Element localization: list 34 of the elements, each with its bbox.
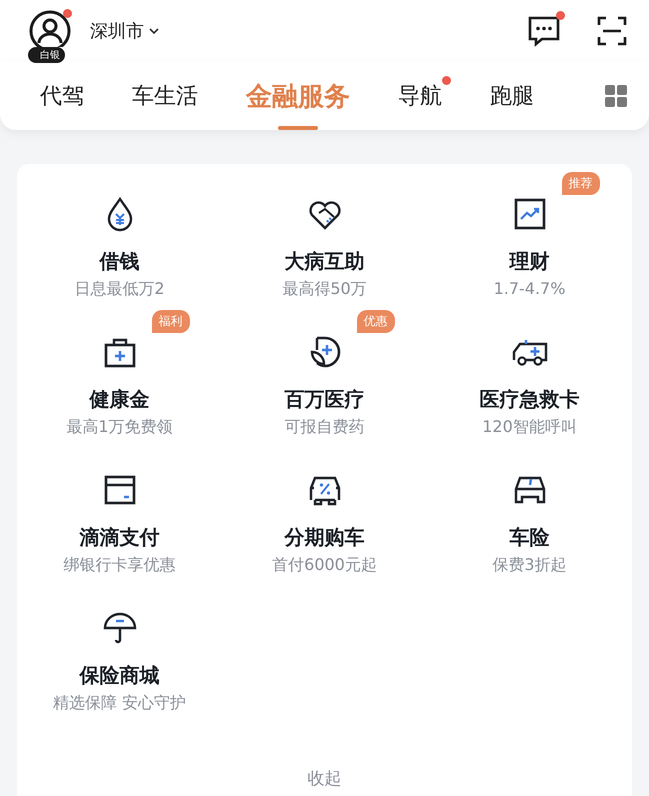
- service-name[interactable]: 百万医疗: [284, 386, 364, 413]
- service-subtitle: 120智能呼叫: [482, 417, 577, 438]
- service-name[interactable]: 医疗急救卡: [480, 386, 580, 413]
- service-subtitle: 保费3折起: [492, 555, 567, 576]
- avatar-icon[interactable]: [28, 9, 72, 47]
- scan-icon[interactable]: [597, 16, 627, 46]
- tab[interactable]: 导航: [398, 62, 442, 130]
- service-name[interactable]: 理财: [510, 248, 550, 275]
- promo-tag: 推荐: [562, 172, 600, 195]
- service-subtitle: 日息最低万2: [74, 279, 165, 300]
- service-name[interactable]: 大病互助: [284, 248, 364, 275]
- service-name[interactable]: 车险: [510, 524, 550, 551]
- tab[interactable]: 车生活: [132, 62, 198, 130]
- service-subtitle: 最高得50万: [282, 279, 367, 300]
- service-subtitle: 首付6000元起: [272, 555, 377, 576]
- service-subtitle: 最高1万免费领: [66, 417, 173, 438]
- service-name[interactable]: 保险商城: [80, 662, 160, 689]
- service-name[interactable]: 滴滴支付: [80, 524, 160, 551]
- service-name[interactable]: 借钱: [100, 248, 140, 275]
- chevron-down-icon: [148, 27, 160, 35]
- tab[interactable]: 跑腿: [490, 62, 534, 130]
- grid-menu-icon[interactable]: [605, 85, 627, 107]
- promo-tag: 优惠: [356, 310, 394, 333]
- service-subtitle: 绑银行卡享优惠: [64, 555, 176, 576]
- promo-tag: 福利: [152, 310, 190, 333]
- service-subtitle: 精选保障 安心守护: [52, 693, 186, 714]
- tab[interactable]: 代驾: [40, 62, 84, 130]
- city-selector[interactable]: 深圳市: [90, 19, 160, 43]
- service-name[interactable]: 分期购车: [284, 524, 364, 551]
- level-badge: 白银: [28, 47, 65, 63]
- message-icon[interactable]: [527, 15, 561, 47]
- service-subtitle: 可报自费药: [284, 417, 364, 438]
- service-subtitle: 1.7-4.7%: [494, 279, 566, 298]
- service-name[interactable]: 健康金: [90, 386, 150, 413]
